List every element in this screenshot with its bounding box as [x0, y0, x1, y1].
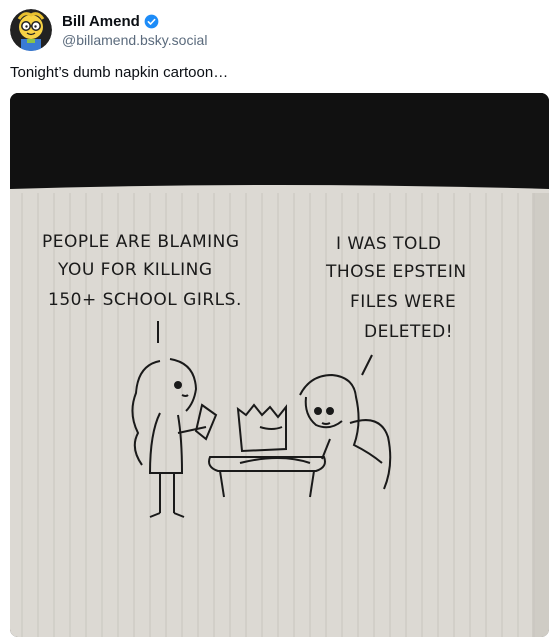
right-speech-line-3: FILES WERE — [350, 292, 456, 312]
post-image[interactable]: PEOPLE ARE BLAMING YOU FOR KILLING 150+ … — [10, 93, 549, 637]
left-speech-line-3: 150+ SCHOOL GIRLS. — [48, 290, 242, 310]
right-speech-line-1: I WAS TOLD — [336, 234, 441, 254]
post-header: Bill Amend @billamend.bsky.social — [10, 8, 540, 52]
name-row: Bill Amend — [62, 12, 207, 31]
post-text: Tonight’s dumb napkin cartoon… — [10, 64, 229, 81]
napkin-cartoon-illustration: PEOPLE ARE BLAMING YOU FOR KILLING 150+ … — [10, 93, 549, 637]
right-speech-line-4: DELETED! — [364, 322, 453, 342]
right-speech-line-2: THOSE EPSTEIN — [325, 262, 467, 282]
avatar-cartoon-icon — [10, 9, 52, 51]
author-handle[interactable]: @billamend.bsky.social — [62, 31, 207, 49]
avatar[interactable] — [10, 9, 52, 51]
author-block: Bill Amend @billamend.bsky.social — [62, 12, 207, 49]
verified-badge-icon — [144, 14, 159, 29]
left-speech-line-2: YOU FOR KILLING — [57, 260, 213, 280]
left-speech-line-1: PEOPLE ARE BLAMING — [42, 232, 240, 252]
author-display-name[interactable]: Bill Amend — [62, 12, 140, 31]
